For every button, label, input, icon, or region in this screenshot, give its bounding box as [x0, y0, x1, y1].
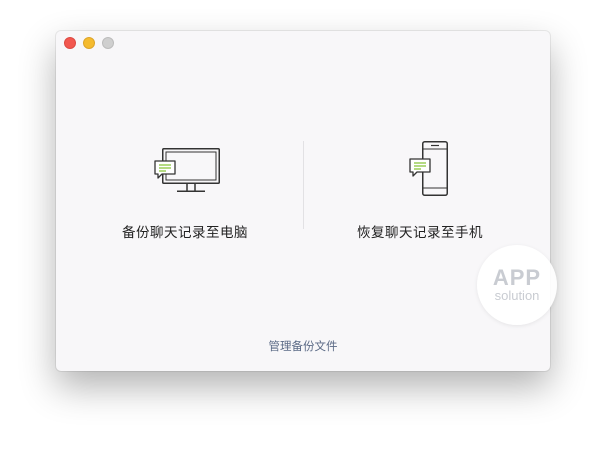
restore-to-phone-option[interactable]: 恢复聊天记录至手机 [310, 136, 530, 241]
phone-chat-icon [370, 136, 470, 200]
watermark-line1: APP [492, 265, 542, 290]
divider [303, 141, 304, 229]
app-solution-watermark-logo: APP solution [477, 245, 557, 325]
manage-backups-link[interactable]: 管理备份文件 [56, 338, 550, 354]
app-window: 备份聊天记录至电脑 恢复聊天记录至手机 管理备份文件 [56, 31, 550, 371]
minimize-button[interactable] [83, 37, 95, 49]
window-controls [64, 37, 114, 49]
screen: 备份聊天记录至电脑 恢复聊天记录至手机 管理备份文件 APP solution [0, 0, 606, 452]
zoom-button[interactable] [102, 37, 114, 49]
restore-to-phone-label: 恢复聊天记录至手机 [357, 225, 483, 241]
close-button[interactable] [64, 37, 76, 49]
watermark-line2: solution [494, 288, 540, 303]
backup-to-computer-option[interactable]: 备份聊天记录至电脑 [75, 136, 295, 241]
monitor-chat-icon [135, 136, 235, 200]
backup-to-computer-label: 备份聊天记录至电脑 [122, 225, 248, 241]
